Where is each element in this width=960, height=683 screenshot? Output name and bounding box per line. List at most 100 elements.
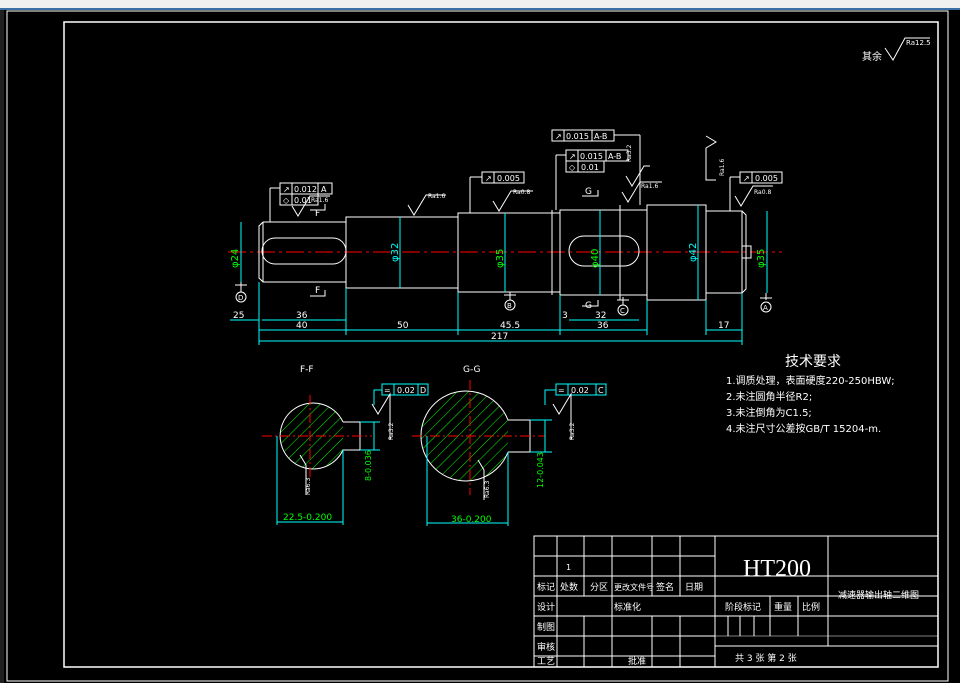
section-gg-label: G-G [463,365,481,375]
section-ff-roughness-label-1: Ra3.2 [388,423,395,440]
svg-text:◇: ◇ [283,196,290,205]
section-marker-g [582,190,599,307]
length-40: 40 [296,321,308,331]
section-ff-view [262,395,372,477]
section-ff-width: 22.5-0.200 [283,513,332,523]
tb-header-count: 处数 [560,581,578,593]
tolerance-frame-7: ↗ 0.005 [739,171,783,184]
diameter-label-3: φ35 [495,249,506,268]
tb-approve: 批准 [628,655,646,667]
section-f-bottom: F [315,286,320,296]
section-gg-roughness-label-1: Ra3.2 [569,423,576,440]
roughness-label-7: Ra0.8 [754,189,771,196]
section-gg-tol-symbol: = [558,386,565,395]
general-roughness-symbol: 其余 Ra12.5 [862,37,931,63]
tb-process: 工艺 [537,656,555,667]
section-ff-key: 8-0.036 [364,450,373,481]
roughness-mark-6 [705,135,717,181]
diameter-label-6: φ35 [756,249,767,268]
diameter-label-2: φ32 [390,243,401,262]
datum-a-label: A [763,304,768,312]
svg-text:A: A [321,185,327,194]
section-ff-tol-value: 0.02 [397,386,415,395]
general-roughness-value: Ra12.5 [906,39,931,47]
tech-requirements-title: 技术要求 [785,354,841,370]
cad-drawing-canvas[interactable]: 其余 Ra12.5 φ24 φ32 φ35 φ40 φ42 φ35 ↗ 0.01… [0,10,960,683]
svg-text:◇: ◇ [569,163,576,172]
section-g-top: G [585,187,592,197]
tolerance-frame-5: ↗ 0.015 A-B [565,149,629,162]
tb-weight: 重量 [774,601,792,613]
tolerance-frame-3: ↗ 0.005 [481,171,525,184]
tb-design: 设计 [537,601,555,613]
svg-text:0.015: 0.015 [580,152,603,161]
svg-text:A-B: A-B [594,132,607,141]
window-title-bar [0,0,960,8]
roughness-label-4: Ra3.2 [626,145,633,162]
tb-sheets: 共 3 张 第 2 张 [735,652,797,664]
tb-drawing: 制图 [537,621,555,633]
tolerance-frame-6: ◇ 0.01 [565,160,605,173]
length-17: 17 [718,321,729,331]
svg-text:0.015: 0.015 [566,132,589,141]
tb-standardize: 标准化 [614,601,641,613]
length-total: 217 [491,332,508,342]
roughness-label-6: Ra1.6 [719,159,726,176]
section-gg-view [412,380,545,495]
length-36a: 36 [296,311,308,321]
datum-c-label: C [620,307,625,315]
tb-stage-mark: 阶段标记 [725,601,761,613]
section-ff-tol-datum: D [420,386,426,395]
tb-scale: 比例 [802,601,820,613]
diameter-label-5: φ42 [688,243,699,262]
svg-text:↗: ↗ [485,174,492,183]
diameter-label-1: φ24 [230,249,241,268]
section-ff-label: F-F [300,365,314,375]
svg-text:0.012: 0.012 [294,185,317,194]
tech-requirement-3: 3.未注倒角为C1.5; [726,406,812,419]
length-25: 25 [233,311,244,321]
tb-header-date: 日期 [685,582,703,593]
tb-material: HT200 [743,556,811,582]
length-32: 32 [595,311,606,321]
roughness-label-1: Ra1.6 [311,197,328,204]
title-block-row-mark: 1 [566,563,571,572]
tech-requirement-1: 1.调质处理，表面硬度220-250HBW; [726,374,895,387]
tb-review: 审核 [537,641,555,653]
diameter-label-4: φ40 [590,249,601,268]
svg-text:0.01: 0.01 [581,163,599,172]
general-roughness-label: 其余 [862,50,882,63]
section-gg-width: 36-0.200 [451,515,492,525]
section-gg-key: 12-0.043 [536,452,545,488]
tech-requirement-4: 4.未注尺寸公差按GB/T 15204-m. [726,422,881,435]
datum-d-label: D [238,294,243,302]
section-gg-roughness-label-2: Ra6.3 [484,481,491,498]
tb-header-zone: 分区 [590,582,608,593]
tb-header-signature: 签名 [656,581,674,593]
svg-text:↗: ↗ [283,185,290,194]
roughness-label-2: Ra1.6 [428,193,445,200]
roughness-label-3: Ra0.8 [513,189,530,196]
length-36b: 36 [597,321,609,331]
svg-text:0.005: 0.005 [497,174,520,183]
section-ff-roughness-label-2: Ra6.3 [305,478,312,495]
length-50: 50 [397,321,409,331]
length-3: 3 [562,311,568,321]
tolerance-frame-1: ↗ 0.012 A [279,182,333,195]
svg-text:↗: ↗ [555,132,562,141]
tech-requirement-2: 2.未注圆角半径R2; [726,390,812,403]
section-gg-tol-value: 0.02 [571,386,589,395]
svg-text:0.005: 0.005 [755,174,778,183]
svg-text:↗: ↗ [743,174,750,183]
title-block [533,535,939,668]
roughness-label-5: Ra1.6 [641,183,658,190]
tb-header-mark: 标记 [537,581,555,593]
tb-header-change-doc: 更改文件号 [614,582,654,592]
svg-text:A-B: A-B [608,152,621,161]
length-45-5: 45.5 [500,321,520,331]
svg-text:↗: ↗ [569,152,576,161]
section-f-top: F [315,209,320,219]
datum-b-label: B [507,302,512,310]
tb-part-name: 减速器输出轴二维图 [838,589,919,601]
section-g-bottom: G [585,301,592,311]
